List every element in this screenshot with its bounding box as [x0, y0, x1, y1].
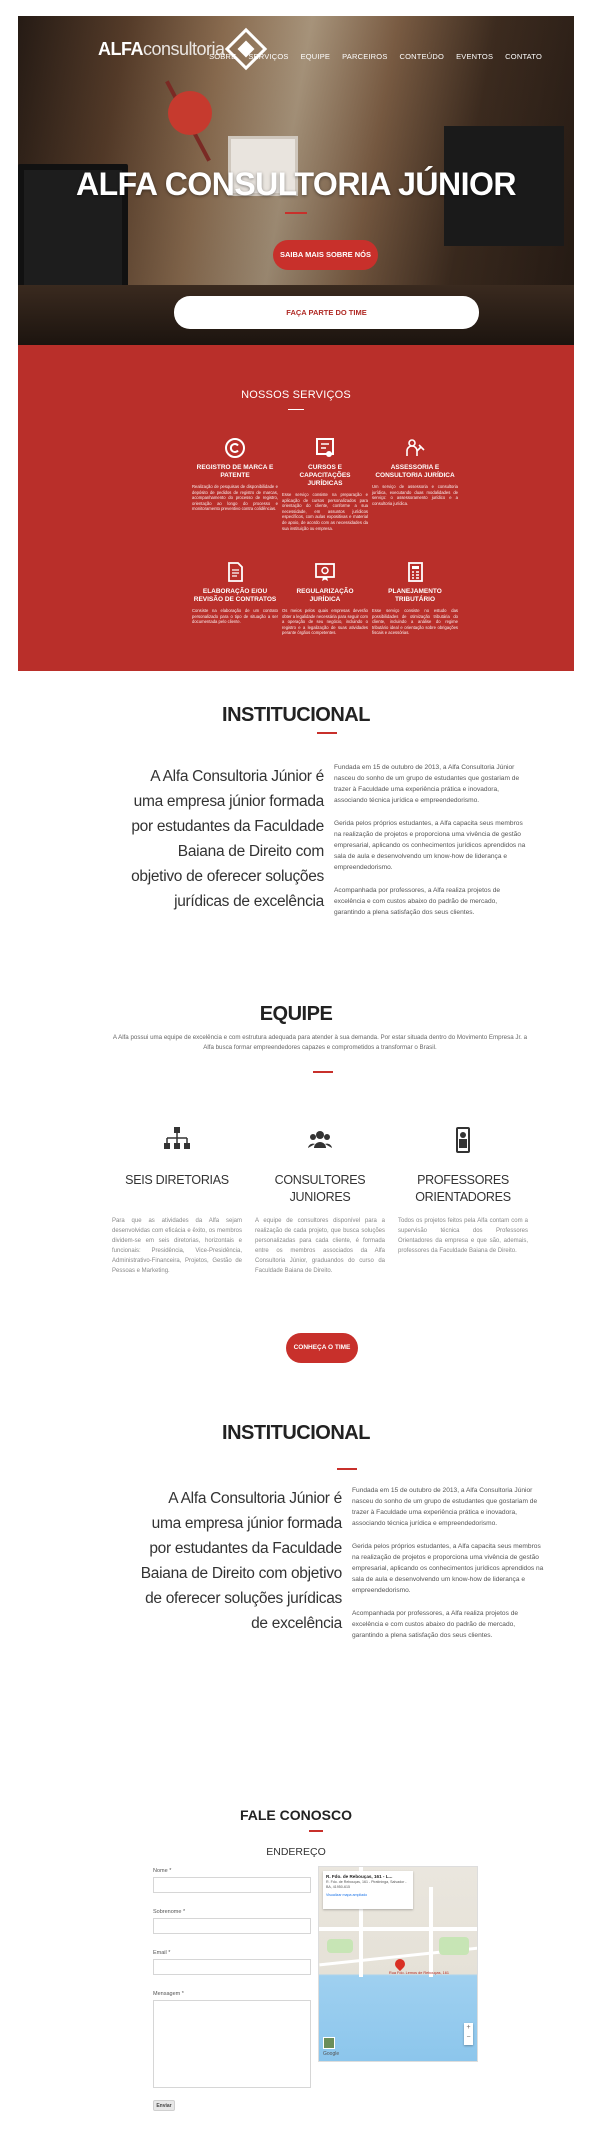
calculator-icon — [403, 560, 427, 584]
email-field[interactable] — [153, 1959, 311, 1975]
team-column: SEIS DIRETORIAS Para que as atividades d… — [112, 1124, 242, 1276]
hero-photo-lamp — [168, 91, 212, 135]
join-team-button[interactable]: FAÇA PARTE DO TIME — [174, 296, 479, 329]
team-name: SEIS DIRETORIAS — [125, 1173, 229, 1187]
team-desc: Todos os projetos feitos pela Alfa conta… — [398, 1218, 528, 1254]
institucional-paragraph: Acompanhada por professores, a Alfa real… — [334, 887, 501, 916]
contact-title: FALE CONOSCO — [239, 1807, 352, 1823]
nav-contato[interactable]: CONTATO — [505, 52, 542, 61]
equipe-divider — [313, 1071, 333, 1073]
service-desc: Esse serviço consiste na preparação e ap… — [282, 492, 368, 531]
service-desc: Um serviço de assessoria e consultoria j… — [372, 484, 458, 506]
message-field[interactable] — [153, 2000, 311, 2088]
services-section: NOSSOS SERVIÇOS REGISTRO DE MARCA E PATE… — [18, 345, 574, 671]
service-title: REGULARIZAÇÃO JURÍDICA — [296, 588, 354, 603]
contact-form: Nome * Sobrenome * Email * Mensagem * En… — [153, 1868, 311, 2111]
service-card[interactable]: CURSOS E CAPACITAÇÕES JURÍDICAS Esse ser… — [282, 436, 368, 531]
institucional-body: Fundada em 15 de outubro de 2013, a Alfa… — [334, 762, 528, 930]
surname-label: Sobrenome * — [153, 1909, 186, 1915]
institucional-paragraph: Fundada em 15 de outubro de 2013, a Alfa… — [334, 764, 520, 804]
about-us-button[interactable]: SAIBA MAIS SOBRE NÓS — [273, 240, 378, 270]
nav-sobre[interactable]: SOBRE — [209, 52, 236, 61]
google-logo: Google — [323, 2051, 340, 2057]
nav-servicos[interactable]: SERVIÇOS — [248, 52, 288, 61]
service-desc: Consiste na elaboração de um contrato pe… — [192, 608, 278, 625]
institucional-paragraph: Fundada em 15 de outubro de 2013, a Alfa… — [352, 1487, 538, 1527]
nav-parceiros[interactable]: PARCEIROS — [342, 52, 387, 61]
service-card[interactable]: REGULARIZAÇÃO JURÍDICA Os meios pelos qu… — [282, 560, 368, 636]
service-title: PLANEJAMENTO TRIBUTÁRIO — [388, 588, 442, 603]
team-column: PROFESSORES ORIENTADORES Todos os projet… — [398, 1124, 528, 1256]
service-title: CURSOS E CAPACITAÇÕES JURÍDICAS — [299, 464, 351, 487]
map-satellite-toggle[interactable] — [323, 2037, 335, 2049]
institucional-paragraph: Acompanhada por professores, a Alfa real… — [352, 1610, 519, 1639]
map-pin-label: Rua Fdo. Lemos de Rebouças, 161 — [389, 1971, 449, 1975]
org-chart-icon — [112, 1124, 242, 1156]
team-name: CONSULTORES JUNIORES — [274, 1173, 366, 1204]
main-nav: SOBRE SERVIÇOS EQUIPE PARCEIROS CONTEÚDO… — [209, 52, 542, 61]
document-icon — [223, 560, 247, 584]
services-divider — [288, 409, 304, 410]
name-label: Nome * — [153, 1868, 172, 1874]
hero-divider — [285, 212, 307, 214]
hero-banner: ALFAconsultoria SOBRE SERVIÇOS EQUIPE PA… — [18, 16, 574, 345]
service-title: ASSESSORIA E CONSULTORIA JURÍDICA — [375, 464, 455, 479]
name-field[interactable] — [153, 1877, 311, 1893]
service-card[interactable]: ELABORAÇÃO E/OU REVISÃO DE CONTRATOS Con… — [192, 560, 278, 625]
institucional-paragraph: Gerida pelos próprios estudantes, a Alfa… — [334, 820, 526, 871]
map-enlarge-link[interactable]: Visualizar mapa ampliado — [326, 1893, 410, 1897]
team-column: CONSULTORES JUNIORES A equipe de consult… — [255, 1124, 385, 1276]
service-title: REGISTRO DE MARCA E PATENTE — [196, 464, 274, 479]
certificate-icon — [313, 436, 337, 460]
location-map[interactable]: R. Fdo. de Rebouças, 161 - L... R. Fdo. … — [318, 1866, 478, 2062]
regularization-icon — [313, 560, 337, 584]
logo-text-bold: ALFA — [98, 38, 144, 59]
copyright-icon — [223, 436, 247, 460]
equipe-subtitle: A Alfa possui uma equipe de excelência e… — [112, 1034, 528, 1051]
team-desc: A equipe de consultores disponível para … — [255, 1218, 385, 1274]
service-desc: Realização de pesquisas de disponibilida… — [192, 484, 278, 512]
institucional-divider — [317, 732, 337, 734]
team-desc: Para que as atividades da Alfa sejam des… — [112, 1218, 242, 1274]
map-pin-icon[interactable] — [392, 1956, 408, 1972]
hero-title: ALFA CONSULTORIA JÚNIOR — [75, 166, 517, 202]
professor-icon — [398, 1124, 528, 1156]
service-desc: Os meios pelos quais empresas deverão ob… — [282, 608, 368, 636]
team-icon — [255, 1124, 385, 1156]
institucional-paragraph: Gerida pelos próprios estudantes, a Alfa… — [352, 1543, 544, 1594]
team-name: PROFESSORES ORIENTADORES — [415, 1173, 511, 1204]
logo-diamond-icon — [224, 27, 267, 71]
service-card[interactable]: REGISTRO DE MARCA E PATENTE Realização d… — [192, 436, 278, 512]
service-card[interactable]: ASSESSORIA E CONSULTORIA JURÍDICA Um ser… — [372, 436, 458, 506]
contact-divider — [309, 1830, 323, 1832]
map-place-name: R. Fdo. de Rebouças, 161 - L... — [326, 1874, 393, 1879]
service-title: ELABORAÇÃO E/OU REVISÃO DE CONTRATOS — [193, 588, 277, 603]
equipe-title: EQUIPE — [259, 1003, 333, 1025]
map-info-card: R. Fdo. de Rebouças, 161 - L... R. Fdo. … — [323, 1871, 413, 1909]
institucional-lead: A Alfa Consultoria Júnior é uma empresa … — [140, 1490, 343, 1632]
nav-conteudo[interactable]: CONTEÚDO — [400, 52, 445, 61]
services-title: NOSSOS SERVIÇOS — [241, 389, 351, 401]
submit-button[interactable]: Enviar — [153, 2100, 175, 2111]
institucional-title: INSTITUCIONAL — [222, 704, 370, 726]
service-desc: Esse serviço consiste no estudo das poss… — [372, 608, 458, 636]
map-address: R. Fdo. de Rebouças, 161 - Piratininga, … — [326, 1880, 407, 1889]
message-label: Mensagem * — [153, 1991, 184, 1997]
institucional-lead: A Alfa Consultoria Júnior é uma empresa … — [131, 768, 324, 910]
map-zoom-control[interactable]: + − — [464, 2023, 473, 2045]
institucional-divider — [337, 1468, 357, 1470]
surname-field[interactable] — [153, 1918, 311, 1934]
nav-eventos[interactable]: EVENTOS — [456, 52, 493, 61]
address-title: ENDEREÇO — [266, 1846, 326, 1858]
nav-equipe[interactable]: EQUIPE — [301, 52, 331, 61]
meet-team-button[interactable]: CONHEÇA O TIME — [286, 1333, 358, 1363]
service-card[interactable]: PLANEJAMENTO TRIBUTÁRIO Esse serviço con… — [372, 560, 458, 636]
email-label: Email * — [153, 1950, 171, 1956]
institucional-body: Fundada em 15 de outubro de 2013, a Alfa… — [352, 1485, 548, 1653]
legal-advisor-icon — [403, 436, 427, 460]
institucional-title: INSTITUCIONAL — [222, 1422, 370, 1444]
